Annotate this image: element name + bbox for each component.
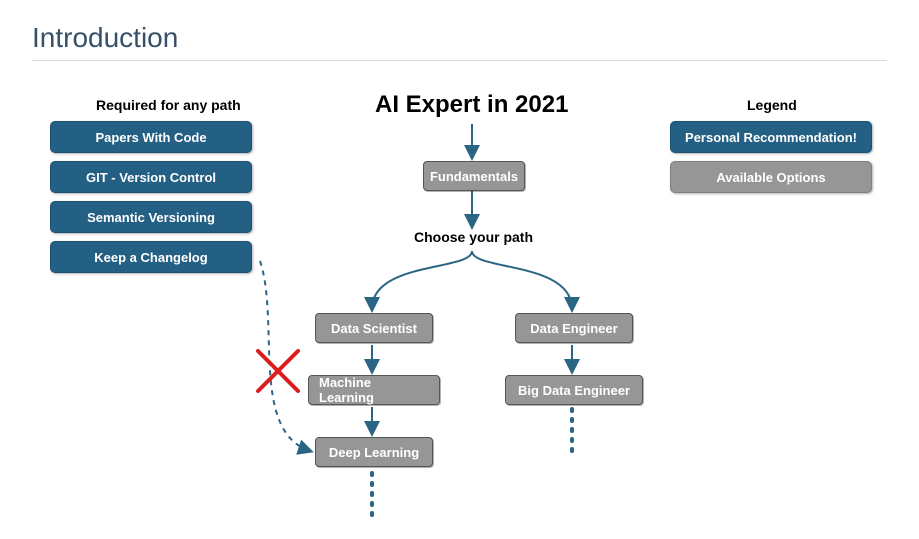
diagram-title: AI Expert in 2021: [375, 91, 568, 119]
required-item-label: Papers With Code: [95, 130, 206, 145]
legend-item-label: Personal Recommendation!: [685, 130, 857, 145]
node-deep-learning[interactable]: Deep Learning: [315, 437, 433, 467]
node-data-engineer[interactable]: Data Engineer: [515, 313, 633, 343]
node-label: Data Scientist: [331, 321, 417, 336]
node-label: Deep Learning: [329, 445, 419, 460]
node-label: Fundamentals: [430, 169, 518, 184]
legend-heading: Legend: [747, 97, 797, 113]
required-item-git[interactable]: GIT - Version Control: [50, 161, 252, 193]
node-label: Machine Learning: [319, 375, 429, 405]
node-data-scientist[interactable]: Data Scientist: [315, 313, 433, 343]
page-title: Introduction: [0, 0, 919, 60]
node-label: Data Engineer: [530, 321, 617, 336]
node-label: Big Data Engineer: [518, 383, 630, 398]
choose-path-text: Choose your path: [414, 229, 533, 245]
required-item-papers-with-code[interactable]: Papers With Code: [50, 121, 252, 153]
required-item-changelog[interactable]: Keep a Changelog: [50, 241, 252, 273]
required-item-label: Semantic Versioning: [87, 210, 215, 225]
node-fundamentals[interactable]: Fundamentals: [423, 161, 525, 191]
required-item-label: Keep a Changelog: [94, 250, 207, 265]
legend-item-label: Available Options: [716, 170, 825, 185]
required-item-semver[interactable]: Semantic Versioning: [50, 201, 252, 233]
node-machine-learning[interactable]: Machine Learning: [308, 375, 440, 405]
required-item-label: GIT - Version Control: [86, 170, 216, 185]
legend-item-recommendation: Personal Recommendation!: [670, 121, 872, 153]
legend-item-available: Available Options: [670, 161, 872, 193]
required-heading: Required for any path: [96, 97, 241, 113]
node-big-data-engineer[interactable]: Big Data Engineer: [505, 375, 643, 405]
diagram-canvas: Required for any path Papers With Code G…: [0, 61, 919, 531]
